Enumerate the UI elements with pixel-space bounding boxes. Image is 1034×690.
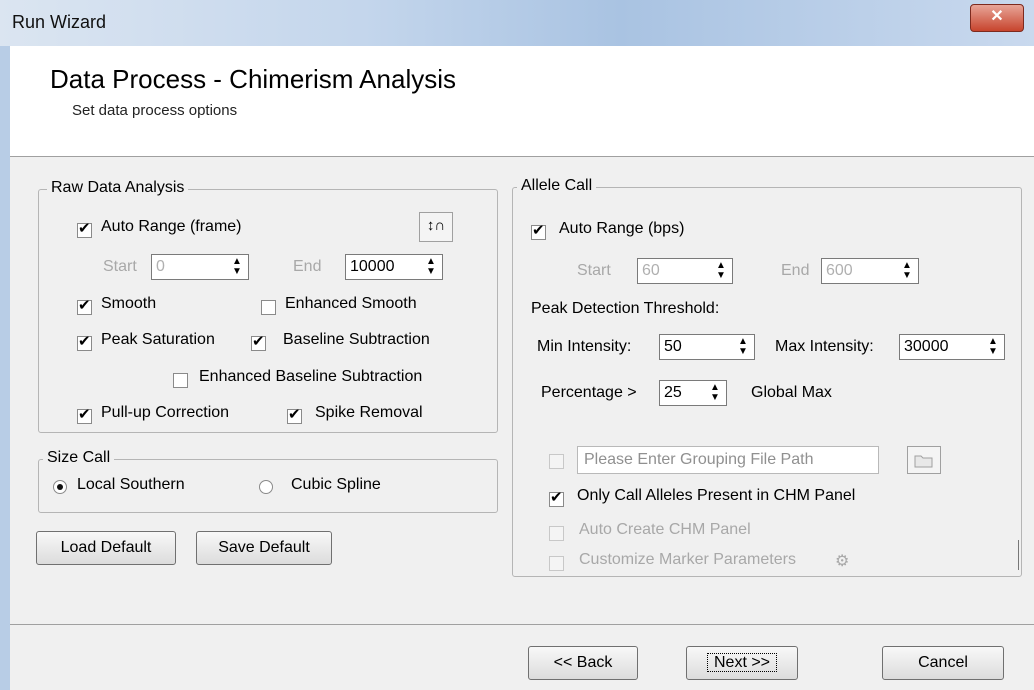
spin-arrows-icon[interactable]: ▲ ▼ bbox=[228, 257, 246, 277]
title-bar: Run Wizard ✕ bbox=[0, 0, 1034, 46]
back-button[interactable]: << Back bbox=[528, 646, 638, 680]
smooth-label: Smooth bbox=[101, 295, 157, 312]
customize-marker-checkbox[interactable] bbox=[549, 556, 564, 571]
pullup-correction-checkbox[interactable] bbox=[77, 405, 92, 424]
global-max-label: Global Max bbox=[751, 384, 832, 401]
page-subtitle: Set data process options bbox=[72, 102, 238, 119]
percentage-stepper[interactable]: 25 ▲ ▼ bbox=[659, 380, 727, 406]
allele-call-group: Allele Call Auto Range (bps) Start 60 ▲▼… bbox=[512, 177, 1022, 577]
only-call-alleles-label: Only Call Alleles Present in CHM Panel bbox=[577, 487, 856, 504]
enhanced-baseline-label: Enhanced Baseline Subtraction bbox=[199, 368, 423, 385]
allele-end-stepper[interactable]: 600 ▲ ▼ bbox=[821, 258, 919, 284]
allele-start-stepper[interactable]: 60 ▲ ▼ bbox=[637, 258, 733, 284]
only-call-alleles-checkbox[interactable] bbox=[549, 488, 564, 507]
peak-threshold-label: Peak Detection Threshold: bbox=[531, 300, 720, 317]
spin-arrows-icon[interactable]: ▲ ▼ bbox=[984, 337, 1002, 357]
raw-data-analysis-legend: Raw Data Analysis bbox=[47, 179, 189, 197]
min-intensity-label: Min Intensity: bbox=[537, 338, 632, 355]
grouping-file-checkbox[interactable] bbox=[549, 454, 564, 469]
size-call-group: Size Call Local Southern Cubic Spline bbox=[38, 449, 498, 513]
close-button[interactable]: ✕ bbox=[970, 4, 1024, 32]
max-intensity-stepper[interactable]: 30000 ▲ ▼ bbox=[899, 334, 1005, 360]
max-intensity-label: Max Intensity: bbox=[775, 338, 874, 355]
window-title: Run Wizard bbox=[12, 12, 107, 32]
spike-removal-label: Spike Removal bbox=[315, 404, 423, 421]
min-intensity-stepper[interactable]: 50 ▲ ▼ bbox=[659, 334, 755, 360]
raw-start-stepper[interactable]: 0 ▲ ▼ bbox=[151, 254, 249, 280]
spin-arrows-icon[interactable]: ▲ ▼ bbox=[734, 337, 752, 357]
raw-end-label: End bbox=[293, 258, 322, 275]
enhanced-baseline-checkbox[interactable] bbox=[173, 373, 188, 388]
baseline-subtraction-label: Baseline Subtraction bbox=[283, 331, 430, 348]
local-southern-label: Local Southern bbox=[77, 476, 185, 493]
auto-create-chm-label: Auto Create CHM Panel bbox=[579, 521, 751, 538]
customize-marker-label: Customize Marker Parameters bbox=[579, 551, 796, 568]
next-button[interactable]: Next >> bbox=[686, 646, 798, 680]
auto-create-chm-checkbox[interactable] bbox=[549, 526, 564, 541]
page-title: Data Process - Chimerism Analysis bbox=[50, 64, 456, 94]
wizard-content: Raw Data Analysis Auto Range (frame) ↕∩ … bbox=[10, 157, 1034, 690]
size-call-legend: Size Call bbox=[43, 449, 115, 467]
auto-range-bps-checkbox[interactable] bbox=[531, 221, 546, 240]
spin-arrows-icon[interactable]: ▲ ▼ bbox=[422, 257, 440, 277]
cancel-button[interactable]: Cancel bbox=[882, 646, 1004, 680]
wizard-header: Data Process - Chimerism Analysis Set da… bbox=[10, 46, 1034, 157]
cubic-spline-radio[interactable] bbox=[259, 480, 273, 494]
folder-icon[interactable] bbox=[907, 446, 941, 474]
raw-data-analysis-group: Raw Data Analysis Auto Range (frame) ↕∩ … bbox=[38, 179, 498, 433]
spin-arrows-icon[interactable]: ▲ ▼ bbox=[712, 261, 730, 281]
scroll-edge bbox=[1010, 540, 1019, 570]
raw-end-stepper[interactable]: 10000 ▲ ▼ bbox=[345, 254, 443, 280]
run-wizard-window: Run Wizard ✕ Data Process - Chimerism An… bbox=[0, 0, 1034, 690]
baseline-subtraction-checkbox[interactable] bbox=[251, 332, 266, 351]
percentage-label: Percentage > bbox=[541, 384, 637, 401]
peak-saturation-label: Peak Saturation bbox=[101, 331, 215, 348]
enhanced-smooth-label: Enhanced Smooth bbox=[285, 295, 417, 312]
local-southern-radio[interactable] bbox=[53, 480, 67, 494]
raw-start-label: Start bbox=[103, 258, 137, 275]
footer-separator bbox=[10, 624, 1034, 625]
spin-arrows-icon[interactable]: ▲ ▼ bbox=[706, 383, 724, 403]
allele-end-label: End bbox=[781, 262, 810, 279]
settings-icon[interactable]: ⚙ bbox=[835, 551, 849, 571]
smooth-checkbox[interactable] bbox=[77, 296, 92, 315]
save-default-button[interactable]: Save Default bbox=[196, 531, 332, 565]
pullup-correction-label: Pull-up Correction bbox=[101, 404, 230, 421]
window-frame bbox=[0, 46, 10, 690]
cubic-spline-label: Cubic Spline bbox=[291, 476, 381, 493]
grouping-file-path-input[interactable]: Please Enter Grouping File Path bbox=[577, 446, 879, 474]
peak-saturation-checkbox[interactable] bbox=[77, 332, 92, 351]
allele-call-legend: Allele Call bbox=[517, 177, 597, 195]
spike-removal-checkbox[interactable] bbox=[287, 405, 302, 424]
allele-start-label: Start bbox=[577, 262, 611, 279]
auto-range-bps-label: Auto Range (bps) bbox=[559, 220, 685, 237]
close-icon: ✕ bbox=[990, 8, 1004, 25]
load-default-button[interactable]: Load Default bbox=[36, 531, 176, 565]
enhanced-smooth-checkbox[interactable] bbox=[261, 300, 276, 315]
spin-arrows-icon[interactable]: ▲ ▼ bbox=[898, 261, 916, 281]
auto-range-frame-label: Auto Range (frame) bbox=[101, 218, 242, 235]
chart-icon[interactable]: ↕∩ bbox=[419, 212, 453, 242]
auto-range-frame-checkbox[interactable] bbox=[77, 219, 92, 238]
